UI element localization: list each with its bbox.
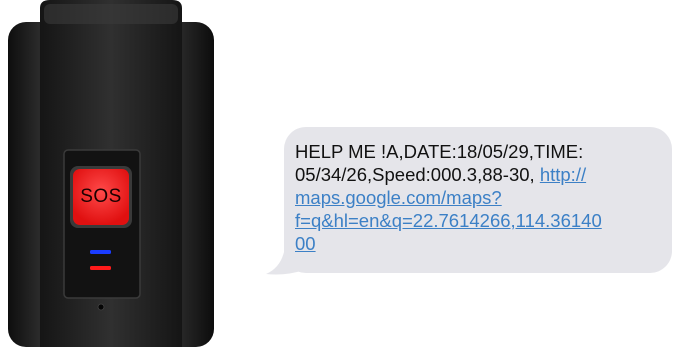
message-text: HELP ME !A,DATE:18/05/29,TIME: 05/34/26,… bbox=[295, 140, 671, 255]
device-hole bbox=[97, 303, 105, 311]
gps-tracker-device: SOS bbox=[0, 0, 222, 347]
tracker-illustration bbox=[8, 0, 214, 347]
led-blue bbox=[90, 250, 111, 254]
led-red bbox=[90, 266, 111, 270]
sos-button[interactable]: SOS bbox=[74, 184, 128, 210]
